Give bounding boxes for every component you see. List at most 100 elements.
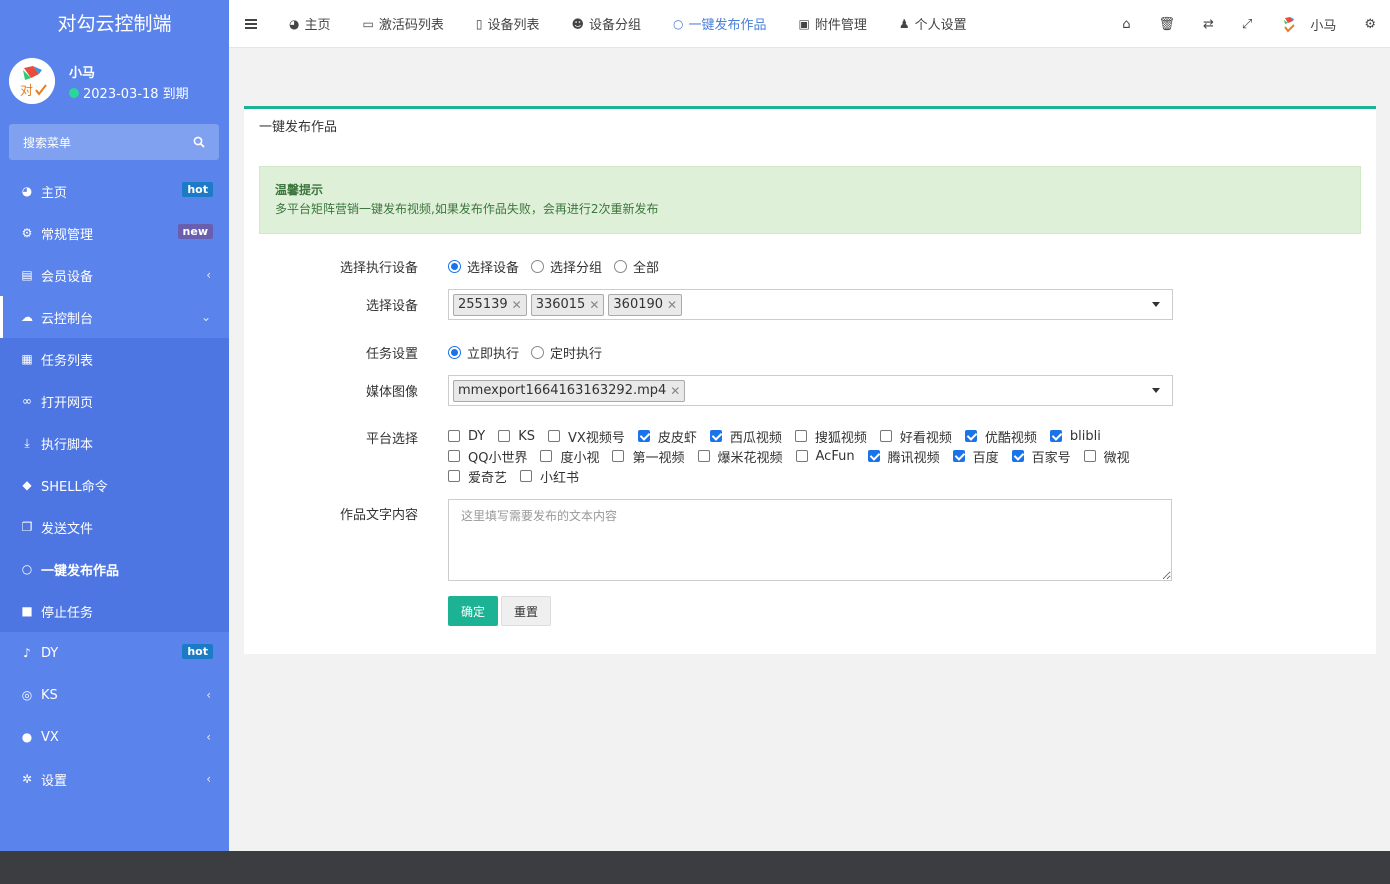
media-multiselect[interactable]: mmexport1664163163292.mp4 ✕ bbox=[448, 375, 1173, 406]
radio-select-device[interactable]: 选择设备 bbox=[448, 257, 519, 276]
checkbox[interactable] bbox=[709, 430, 722, 442]
platform-checkbox-group: DY KS VX视频号 皮皮虾 西瓜视频 搜狐视频 好看视频 优酷视频 blibli QQ小世界 度… bbox=[448, 428, 1148, 486]
platform-checkbox-item[interactable]: 微视 bbox=[1083, 448, 1130, 466]
confirm-button[interactable]: 确定 bbox=[448, 596, 499, 626]
platform-checkbox-item[interactable]: 度小视 bbox=[540, 448, 599, 466]
sidebar-item-open-web[interactable]: ∞ 打开网页 bbox=[0, 380, 229, 422]
tab-attachments[interactable]: ▣ 附件管理 bbox=[783, 0, 883, 48]
radio-all[interactable]: 全部 bbox=[614, 257, 659, 276]
platform-checkbox-item[interactable]: 腾讯视频 bbox=[867, 448, 940, 466]
menu-toggle-button[interactable] bbox=[229, 0, 273, 48]
platform-checkbox-item[interactable]: 第一视频 bbox=[612, 448, 685, 466]
checkbox[interactable] bbox=[964, 430, 977, 442]
platform-checkbox-item[interactable]: 优酷视频 bbox=[964, 428, 1037, 446]
tab-profile[interactable]: ♟ 个人设置 bbox=[883, 0, 983, 48]
sidebar-item-task-list[interactable]: ▦ 任务列表 bbox=[0, 338, 229, 380]
caret-down-icon[interactable] bbox=[1152, 302, 1160, 307]
platform-checkbox-item[interactable]: VX视频号 bbox=[548, 428, 625, 446]
card-icon: ▭ bbox=[362, 16, 374, 31]
fullscreen-button[interactable]: ⤢ bbox=[1228, 0, 1266, 48]
checkbox[interactable] bbox=[795, 450, 808, 462]
platform-checkbox-item[interactable]: 搜狐视频 bbox=[794, 428, 867, 446]
platform-checkbox-item[interactable]: 爱奇艺 bbox=[448, 468, 507, 486]
sidebar-item-settings[interactable]: ✲ 设置 ‹ bbox=[0, 758, 229, 800]
checkbox[interactable] bbox=[540, 450, 553, 462]
sidebar-item-stop-task[interactable]: ■ 停止任务 bbox=[0, 590, 229, 632]
platform-checkbox-item[interactable]: AcFun bbox=[795, 448, 855, 464]
checkbox[interactable] bbox=[1049, 430, 1062, 442]
tab-activation-codes[interactable]: ▭ 激活码列表 bbox=[347, 0, 460, 48]
settings-button[interactable]: ⚙ bbox=[1350, 0, 1390, 48]
checkbox[interactable] bbox=[794, 430, 807, 442]
radio-button[interactable] bbox=[531, 259, 545, 273]
content-textarea[interactable] bbox=[448, 499, 1172, 581]
radio-button[interactable] bbox=[531, 345, 545, 359]
checkbox[interactable] bbox=[448, 470, 460, 482]
radio-run-now[interactable]: 立即执行 bbox=[448, 343, 519, 362]
checkbox[interactable] bbox=[879, 430, 892, 442]
checkbox[interactable] bbox=[637, 430, 650, 442]
platform-checkbox-item[interactable]: 百家号 bbox=[1011, 448, 1071, 466]
sidebar-item-run-script[interactable]: ⤓ 执行脚本 bbox=[0, 422, 229, 464]
checkbox[interactable] bbox=[697, 450, 710, 462]
checkbox[interactable] bbox=[448, 450, 460, 462]
tab-device-groups[interactable]: ☻ 设备分组 bbox=[555, 0, 657, 48]
sidebar-item-shell[interactable]: ◆ SHELL命令 bbox=[0, 464, 229, 506]
home-button[interactable]: ⌂ bbox=[1108, 0, 1144, 48]
platform-checkbox-item[interactable]: 小红书 bbox=[520, 468, 579, 486]
tab-label: 激活码列表 bbox=[378, 18, 444, 33]
radio-button[interactable] bbox=[614, 259, 628, 273]
platform-checkbox-item[interactable]: DY bbox=[448, 428, 485, 444]
platform-checkbox-item[interactable]: KS bbox=[498, 428, 535, 444]
close-icon[interactable]: ✕ bbox=[670, 384, 680, 398]
users-icon: ☻ bbox=[571, 16, 584, 31]
caret-down-icon[interactable] bbox=[1152, 388, 1160, 393]
device-multiselect[interactable]: 255139 ✕ 336015 ✕ 360190 ✕ bbox=[448, 289, 1173, 320]
checkbox[interactable] bbox=[548, 430, 561, 442]
tab-publish[interactable]: ○ 一键发布作品 bbox=[657, 0, 783, 48]
radio-select-group[interactable]: 选择分组 bbox=[531, 257, 602, 276]
sidebar-item-cloud-console[interactable]: ☁ 云控制台 ⌄ bbox=[0, 296, 229, 338]
radio-button[interactable] bbox=[448, 259, 461, 273]
sidebar-item-vx[interactable]: ● VX ‹ bbox=[0, 716, 229, 758]
platform-checkbox-item[interactable]: 爆米花视频 bbox=[697, 448, 783, 466]
close-icon[interactable]: ✕ bbox=[667, 298, 677, 312]
platform-checkbox-item[interactable]: blibli bbox=[1049, 428, 1101, 444]
close-icon[interactable]: ✕ bbox=[589, 298, 599, 312]
sidebar-item-dy[interactable]: ♪ DY hot bbox=[0, 632, 229, 674]
checkbox[interactable] bbox=[612, 450, 625, 462]
checkbox[interactable] bbox=[520, 470, 533, 482]
sidebar-item-home[interactable]: ◕ 主页 hot bbox=[0, 170, 229, 212]
reset-button[interactable]: 重置 bbox=[501, 596, 552, 626]
gear-icon: ✲ bbox=[21, 772, 33, 786]
user-menu[interactable]: 小马 bbox=[1266, 0, 1350, 48]
checkbox[interactable] bbox=[448, 430, 460, 442]
menu-search-input[interactable]: 搜索菜单 bbox=[9, 124, 219, 160]
checkbox[interactable] bbox=[498, 430, 511, 442]
platform-checkbox-item[interactable]: 西瓜视频 bbox=[709, 428, 782, 446]
platform-checkbox-item[interactable]: 好看视频 bbox=[879, 428, 952, 446]
sidebar-item-member-devices[interactable]: ▤ 会员设备 ‹ bbox=[0, 254, 229, 296]
tab-home[interactable]: ◕ 主页 bbox=[273, 0, 347, 48]
sidebar-item-ks[interactable]: ◎ KS ‹ bbox=[0, 674, 229, 716]
tab-device-list[interactable]: ▯ 设备列表 bbox=[460, 0, 556, 48]
platform-checkbox-item[interactable]: 皮皮虾 bbox=[637, 428, 697, 446]
topbar-actions: ⌂ 🗑 ⇄ ⤢ 小马 ⚙ bbox=[1108, 0, 1390, 48]
language-button[interactable]: ⇄ bbox=[1189, 0, 1228, 48]
search-icon[interactable] bbox=[193, 136, 205, 148]
radio-scheduled[interactable]: 定时执行 bbox=[531, 343, 602, 362]
platform-checkbox-item[interactable]: 百度 bbox=[952, 448, 999, 466]
platform-checkbox-item[interactable]: QQ小世界 bbox=[448, 448, 527, 466]
checkbox[interactable] bbox=[867, 450, 880, 462]
radio-button[interactable] bbox=[448, 345, 461, 359]
new-badge: new bbox=[177, 224, 213, 239]
checkbox[interactable] bbox=[952, 450, 965, 462]
checkbox-label: KS bbox=[518, 428, 536, 444]
sidebar-item-general[interactable]: ⚙ 常规管理 new bbox=[0, 212, 229, 254]
sidebar-item-send-file[interactable]: ❐ 发送文件 bbox=[0, 506, 229, 548]
close-icon[interactable]: ✕ bbox=[512, 298, 522, 312]
checkbox[interactable] bbox=[1083, 450, 1096, 462]
sidebar-item-publish[interactable]: ○ 一键发布作品 bbox=[0, 548, 229, 590]
clear-cache-button[interactable]: 🗑 bbox=[1145, 0, 1190, 48]
checkbox[interactable] bbox=[1011, 450, 1024, 462]
